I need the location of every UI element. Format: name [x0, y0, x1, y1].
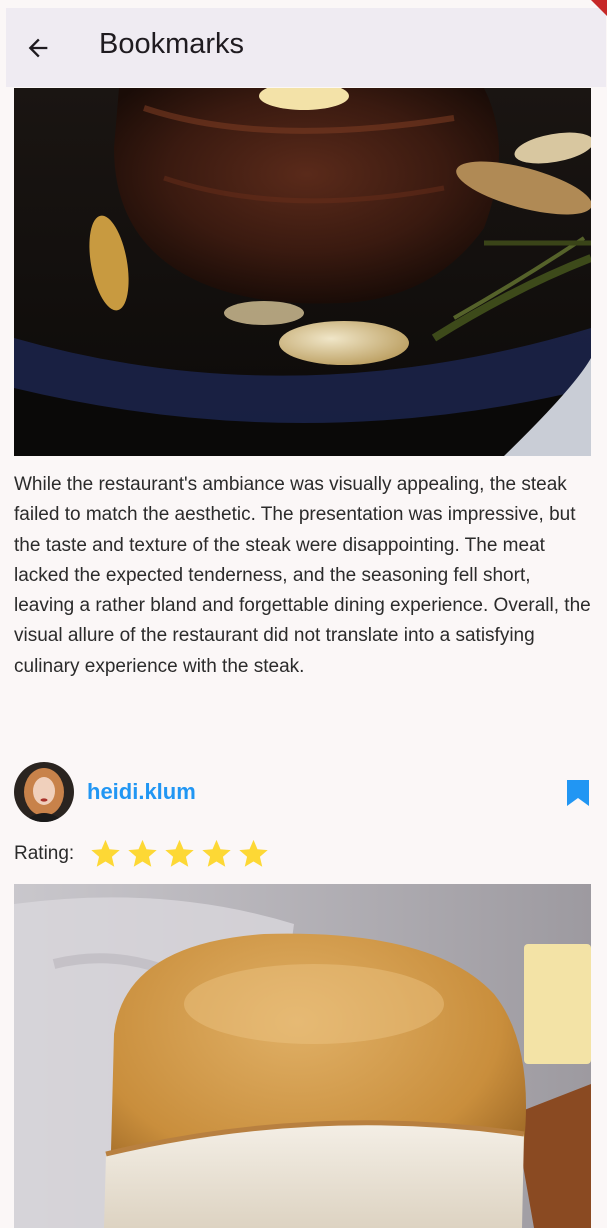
- star-icon: [91, 839, 120, 867]
- post-image[interactable]: [14, 88, 591, 456]
- review-text: While the restaurant's ambiance was visu…: [14, 474, 591, 677]
- rating-row: Rating:: [14, 838, 271, 870]
- bookmark-button[interactable]: [565, 778, 591, 808]
- author-row: heidi.klum: [14, 762, 591, 824]
- post-image[interactable]: [14, 884, 591, 1228]
- star-icon: [202, 839, 231, 867]
- avatar[interactable]: [14, 762, 74, 822]
- debug-banner-corner: [591, 0, 607, 16]
- arrow-back-icon: [28, 38, 48, 58]
- steak-photo: [14, 88, 591, 456]
- page-title: Bookmarks: [99, 28, 245, 60]
- rating-stars: [88, 837, 271, 871]
- author-username[interactable]: heidi.klum: [87, 778, 196, 806]
- avatar-photo: [14, 762, 74, 822]
- star-icon: [239, 839, 268, 867]
- star-icon: [128, 839, 157, 867]
- star-icon: [165, 839, 194, 867]
- app-bar: Bookmarks: [6, 8, 606, 87]
- back-button[interactable]: [16, 26, 60, 70]
- bookmark-icon: [567, 780, 589, 806]
- bread-photo: [14, 884, 591, 1228]
- rating-label: Rating:: [14, 843, 75, 864]
